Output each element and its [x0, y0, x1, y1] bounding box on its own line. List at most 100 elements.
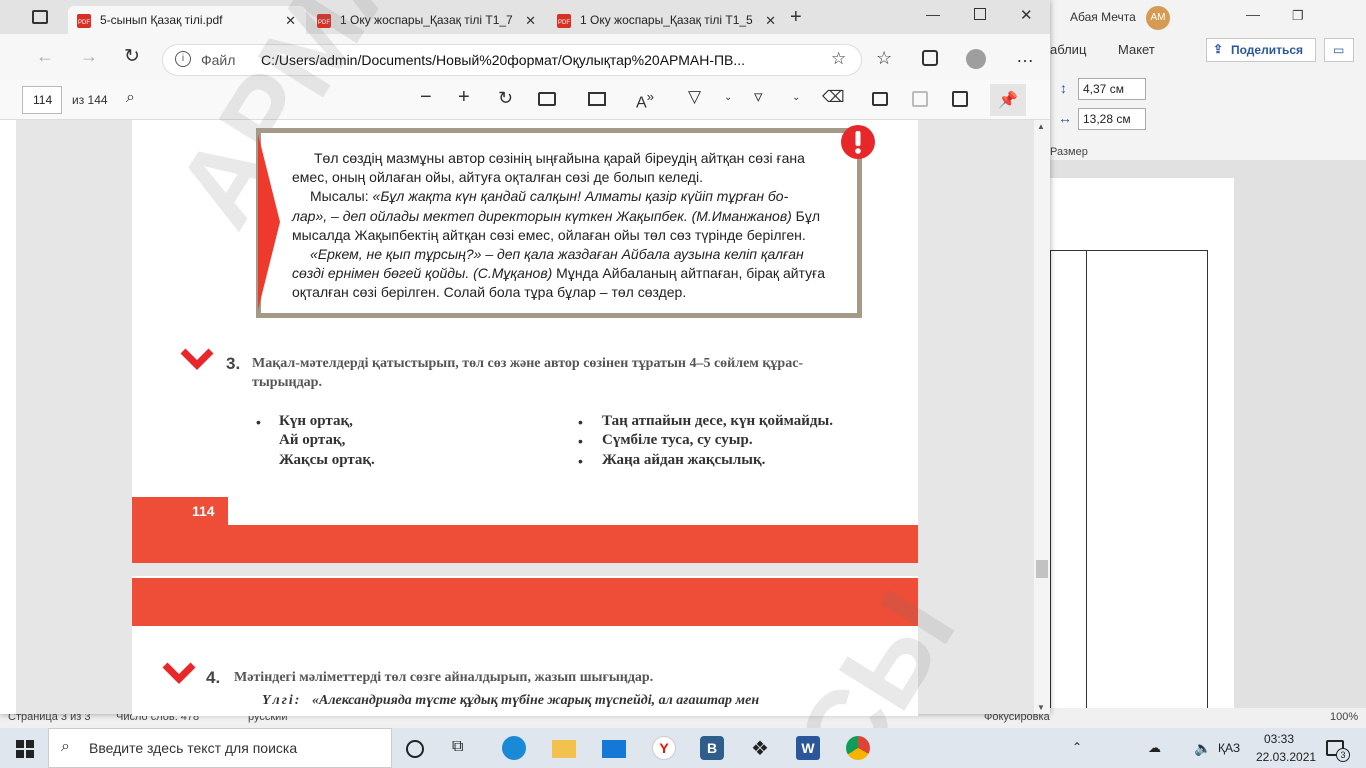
word-minimize-icon[interactable]: —: [1246, 6, 1260, 22]
notification-count: 3: [1336, 748, 1350, 762]
page-footer-band: [132, 525, 918, 563]
task-number: 4.: [206, 668, 221, 687]
maximize-icon[interactable]: [974, 8, 986, 20]
minimize-icon[interactable]: —: [926, 6, 940, 22]
page-number-input[interactable]: 114: [22, 86, 62, 114]
fit-page-icon[interactable]: [538, 92, 556, 106]
keyboard-language[interactable]: ҚАЗ: [1218, 741, 1240, 755]
proverb: Жақсы ортақ.: [279, 452, 375, 468]
note-line: лар», – деп ойлады мектеп директорын күт…: [292, 208, 820, 224]
pin-toolbar-icon[interactable]: 📌: [990, 84, 1026, 116]
eraser-icon[interactable]: ⌫: [822, 87, 845, 107]
clock-date[interactable]: 22.03.2021: [1256, 750, 1316, 764]
pdf-scrollbar[interactable]: [1034, 120, 1050, 714]
word-icon[interactable]: W: [796, 736, 820, 760]
word-table: [1050, 250, 1208, 714]
status-zoom: 100%: [1330, 711, 1359, 723]
page-number-value: 114: [33, 93, 53, 107]
refresh-icon[interactable]: ↻: [124, 45, 140, 68]
example-label: Үлгі:: [262, 693, 302, 708]
info-icon: i: [175, 51, 191, 67]
profile-icon[interactable]: [966, 49, 986, 69]
note-line: мысалда Жақыпбектің айтқан сөзі емес, ой…: [292, 227, 806, 243]
tab-actions-icon[interactable]: [32, 10, 48, 24]
bullet: •: [578, 414, 583, 430]
tab-title: 5-сынып Қазақ тілі.pdf: [100, 13, 223, 27]
word-table-divider: [1086, 250, 1087, 714]
search-placeholder: Введите здесь текст для поиска: [89, 740, 298, 756]
task-number: 3.: [226, 354, 241, 373]
page-header-band: [132, 578, 918, 626]
pdf-icon: PDF: [77, 14, 91, 28]
note-example: сөзді ернімен бөгей қойды. (С.Мұқанов): [292, 265, 553, 281]
image-height-field[interactable]: 4,37 см: [1078, 78, 1146, 100]
share-icon: ⇪: [1213, 42, 1224, 56]
save-icon: [912, 91, 928, 107]
word-tab-table[interactable]: аблиц: [1050, 42, 1086, 57]
tab-plan-5[interactable]: PDF 1 Оку жоспары_Қазақ тілі Т1_5 ✕: [548, 6, 786, 34]
note-line: Мысалы: «Бұл жақта күн қандай салқын! Ал…: [310, 188, 788, 204]
close-icon[interactable]: ✕: [765, 13, 776, 29]
svg-text:PDF: PDF: [558, 20, 570, 26]
task-text: Мақал-мәтелдерді қатыстырып, төл сөз жән…: [252, 356, 804, 371]
highlight-icon[interactable]: ▿: [754, 87, 763, 107]
note-example: «Еркем, не қып тұрсың?» – деп қала жазда…: [310, 246, 804, 262]
example-text: «Александрияда түсте құдық түбіне жарық …: [312, 693, 760, 708]
image-width-field[interactable]: 13,28 см: [1078, 108, 1146, 130]
chevron-down-icon[interactable]: ⌄: [792, 92, 800, 103]
size-group-label: Размер: [1050, 146, 1088, 158]
zoom-in-icon[interactable]: +: [458, 86, 470, 109]
taskbar-search[interactable]: ⌕ Введите здесь текст для поиска: [48, 728, 392, 768]
page-view-icon[interactable]: [588, 92, 606, 106]
dropbox-icon[interactable]: ❖: [748, 736, 772, 760]
print-icon[interactable]: [872, 92, 888, 106]
yandex-icon[interactable]: Y: [652, 736, 676, 760]
close-window-icon[interactable]: ✕: [1020, 6, 1033, 24]
file-explorer-icon[interactable]: [552, 740, 576, 758]
close-icon[interactable]: ✕: [525, 13, 536, 29]
windows-start-icon[interactable]: [16, 740, 34, 758]
chevron-down-icon[interactable]: ⌄: [724, 92, 732, 103]
scroll-up-icon[interactable]: ▲: [1037, 122, 1045, 131]
word-comment-button[interactable]: ▭: [1324, 38, 1354, 62]
task-view-icon[interactable]: ⧉: [452, 738, 476, 762]
clock-time[interactable]: 03:33: [1264, 732, 1294, 746]
word-share-button[interactable]: ⇪ Поделиться: [1206, 38, 1316, 62]
rotate-icon[interactable]: ↻: [498, 88, 513, 109]
volume-icon[interactable]: 🔈: [1194, 740, 1211, 757]
note-text: мысалда Жақыпбектің айтқан сөзі емес, ой…: [292, 227, 806, 243]
draw-icon[interactable]: ▽: [688, 87, 701, 107]
scroll-down-icon[interactable]: ▼: [1037, 703, 1045, 712]
note-text: Мұнда Айбаланың айтпаған, бірақ айтуға: [552, 265, 826, 281]
save-as-icon[interactable]: [952, 91, 968, 107]
back-icon[interactable]: ←: [36, 46, 54, 67]
comment-icon: ▭: [1333, 43, 1345, 57]
width-icon: ↔: [1058, 110, 1072, 126]
note-line: Төл сөздің мазмұны автор сөзінің ыңғайын…: [314, 150, 805, 166]
new-tab-icon[interactable]: +: [790, 6, 802, 29]
bitrix-icon[interactable]: B: [700, 736, 724, 760]
more-icon[interactable]: …: [1016, 46, 1034, 67]
word-restore-icon[interactable]: ❐: [1292, 8, 1304, 24]
collections-icon[interactable]: [922, 50, 938, 66]
proverb: Күн ортақ,: [279, 413, 353, 429]
search-icon: ⌕: [61, 738, 70, 755]
browser-tab-bar: PDF 5-сынып Қазақ тілі.pdf ✕ PDF 1 Оку ж…: [0, 0, 1050, 34]
favorite-add-icon[interactable]: ☆: [831, 49, 846, 69]
network-icon[interactable]: ☁: [1148, 740, 1161, 756]
svg-text:PDF: PDF: [78, 20, 90, 26]
forward-icon[interactable]: →: [80, 46, 98, 67]
zoom-out-icon[interactable]: −: [420, 86, 432, 109]
chrome-icon[interactable]: [846, 736, 870, 760]
word-tab-layout[interactable]: Макет: [1118, 42, 1155, 57]
search-icon[interactable]: ⌕: [126, 89, 135, 107]
favorites-icon[interactable]: ☆: [876, 48, 892, 69]
mail-icon[interactable]: [602, 740, 626, 758]
scrollbar-thumb[interactable]: [1036, 560, 1048, 578]
pdf-toolbar: [0, 80, 1050, 120]
tray-expand-icon[interactable]: ⌃: [1072, 740, 1082, 754]
word-user-avatar[interactable]: АМ: [1146, 6, 1170, 30]
read-aloud-icon[interactable]: A»: [636, 89, 654, 112]
edge-icon[interactable]: [502, 736, 526, 760]
cortana-icon[interactable]: [406, 740, 424, 758]
